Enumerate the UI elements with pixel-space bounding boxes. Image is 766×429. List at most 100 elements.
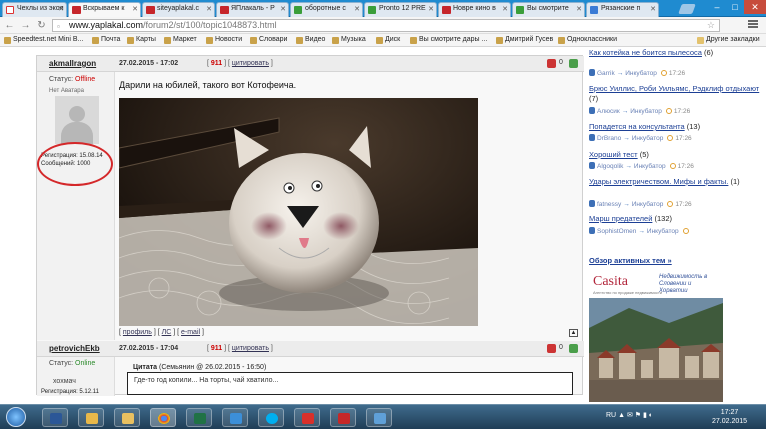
address-toolbar: ← → ↻ ▫ www.yaplakal.com/forum2/st/100/t… — [0, 17, 766, 34]
close-tab-icon[interactable]: ✕ — [576, 5, 582, 13]
tab-title: ЯПлакаль - Р — [231, 5, 275, 12]
post-number[interactable]: 911 — [211, 345, 222, 352]
other-bookmarks[interactable]: Другие закладки — [697, 36, 760, 44]
casita-advertisement[interactable]: Casita Агентство по продаже недвижимости… — [589, 272, 723, 402]
close-tab-icon[interactable]: ✕ — [354, 5, 360, 13]
post-date: 27.02.2015 - 17:02 — [119, 60, 179, 67]
bookmark-item[interactable]: Словари — [250, 36, 287, 44]
menu-icon[interactable] — [748, 20, 758, 30]
tray-icons[interactable]: ▲ ✉ ⚑ ▮ ◐ — [618, 412, 653, 419]
rate-minus-icon[interactable] — [547, 344, 556, 353]
post-author-link[interactable]: petrovichEkb — [49, 344, 100, 353]
bookmark-item[interactable]: Диск — [376, 36, 400, 44]
ad-tagline: Агентство по продаже недвижимости — [593, 290, 663, 295]
bookmark-item[interactable]: Дмитрий Гусев — [496, 36, 553, 44]
minimize-button[interactable]: – — [708, 0, 726, 14]
close-tab-icon[interactable]: ✕ — [428, 5, 434, 13]
rate-plus-icon[interactable] — [569, 59, 578, 68]
taskbar-excel[interactable] — [186, 408, 212, 427]
tab-4[interactable]: ЯПлакаль - Р ✕ — [216, 2, 289, 17]
url-input[interactable]: ▫ www.yaplakal.com/forum2/st/100/topic10… — [52, 19, 720, 32]
page-favicon-icon — [368, 6, 376, 14]
clock-time: 17:27 — [720, 409, 739, 416]
tab-2-active[interactable]: Вскрываем к ✕ — [68, 2, 141, 18]
close-tab-icon[interactable]: ✕ — [280, 5, 286, 13]
profile-link[interactable]: профиль — [123, 329, 152, 336]
bookmark-item[interactable]: Музыка — [332, 36, 366, 44]
back-button[interactable]: ← — [4, 20, 15, 31]
taskbar-explorer[interactable] — [78, 408, 104, 427]
tab-6[interactable]: Pronto 12 PRE ✕ — [364, 2, 437, 17]
tab-7[interactable]: Новре кино в ✕ — [438, 2, 511, 17]
reload-button[interactable]: ↻ — [36, 20, 47, 31]
maximize-button[interactable]: □ — [726, 0, 744, 14]
bookmark-item[interactable]: Почта — [92, 36, 120, 44]
close-tab-icon[interactable]: ✕ — [650, 5, 656, 13]
bookmark-item[interactable]: Speedtest.net Mini B... — [4, 36, 83, 44]
rate-minus-icon[interactable] — [547, 59, 556, 68]
topic-link[interactable]: Хороший тест — [589, 150, 638, 159]
close-tab-icon[interactable]: ✕ — [58, 5, 64, 13]
user-info-column: Статус: Online хохмач Регистрация: 5.12.… — [37, 357, 115, 396]
ad-header: Casita Агентство по продаже недвижимости… — [589, 272, 723, 298]
active-topics-overview-link[interactable]: Обзор активных тем » — [589, 256, 672, 265]
url-path: /forum2/st/100/topic1048873.html — [143, 20, 277, 30]
tab-1[interactable]: Чехлы из экол ✕ — [2, 2, 67, 17]
close-tab-icon[interactable]: ✕ — [206, 5, 212, 13]
post-number[interactable]: 911 — [211, 60, 222, 67]
quote-link[interactable]: цитировать — [232, 345, 269, 352]
topic-meta: Algoqolik → Инкубатор 17:26 — [589, 162, 694, 170]
taskbar-pdf[interactable] — [330, 408, 356, 427]
post-footer: [ профиль ] [ ЛС ] [ e-mail ] — [119, 329, 204, 336]
bookmark-item[interactable]: Карты — [127, 36, 156, 44]
taskbar-app[interactable] — [366, 408, 392, 427]
bookmark-item[interactable]: Маркет — [164, 36, 197, 44]
new-tab-button[interactable] — [678, 4, 696, 14]
post-text: Дарили на юбилей, такого вот Котофеича. — [119, 80, 297, 90]
page-icon: ▫ — [57, 22, 60, 31]
topic-link[interactable]: Брюс Уиллис, Роби Уильямс, Рэдклиф отдых… — [589, 84, 759, 93]
tab-3[interactable]: siteyaplakal.c ✕ — [142, 2, 215, 17]
bookmark-icon — [296, 37, 303, 44]
post-author-link[interactable]: akmallragon — [49, 59, 96, 68]
close-tab-icon[interactable]: ✕ — [502, 5, 508, 13]
bookmark-item[interactable]: Вы смотрите дары ... — [410, 36, 487, 44]
tab-8[interactable]: Вы смотрите ✕ — [512, 2, 585, 17]
bookmark-item[interactable]: Новости — [206, 36, 242, 44]
rate-plus-icon[interactable] — [569, 344, 578, 353]
quote-text: Где-то год копили... На торты, чай хвати… — [134, 377, 279, 384]
post-header: petrovichEkb 27.02.2015 - 17:04 [ 911 ] … — [37, 341, 584, 357]
quote-link[interactable]: цитировать — [232, 60, 269, 67]
yandex-favicon-icon — [6, 6, 14, 14]
taskbar-chrome[interactable] — [150, 408, 176, 427]
topic-link[interactable]: Марш предателей — [589, 214, 652, 223]
topic-link[interactable]: Удары электричеством. Мифы и факты. — [589, 177, 728, 186]
taskbar-app[interactable] — [222, 408, 248, 427]
taskbar-skype[interactable] — [258, 408, 284, 427]
no-avatar-label: Нет Аватара — [49, 88, 84, 94]
start-button[interactable] — [6, 407, 26, 427]
taskbar-folder[interactable] — [114, 408, 140, 427]
taskbar-word[interactable] — [42, 408, 68, 427]
taskbar-acrobat[interactable] — [294, 408, 320, 427]
tab-title: Pronto 12 PRE — [379, 5, 426, 12]
email-link[interactable]: e-mail — [181, 329, 200, 336]
url-domain: www.yaplakal.com — [69, 20, 144, 30]
taskbar-clock[interactable]: 17:27 27.02.2015 — [712, 408, 747, 426]
bookmark-star-icon[interactable]: ☆ — [707, 20, 715, 31]
tab-title: Новре кино в — [453, 5, 496, 12]
bookmark-item[interactable]: Видео — [296, 36, 325, 44]
scroll-up-button[interactable]: ▲ — [569, 329, 578, 337]
tab-9[interactable]: Рязанские п ✕ — [586, 2, 659, 17]
close-tab-icon[interactable]: ✕ — [132, 5, 138, 13]
topic-link[interactable]: Попадется на консультанта — [589, 122, 685, 131]
close-window-button[interactable]: ✕ — [744, 0, 766, 14]
forward-button[interactable]: → — [20, 20, 31, 31]
topic-link[interactable]: Как котейка не боится пылесоса — [589, 48, 702, 57]
bookmark-item[interactable]: Одноклассники — [558, 36, 617, 44]
yaplakal-favicon-icon — [442, 6, 451, 14]
pm-link[interactable]: ЛС — [162, 329, 172, 336]
page-viewport: akmallragon 27.02.2015 - 17:02 [ 911 ] [… — [0, 48, 766, 404]
language-indicator[interactable]: RU — [606, 412, 616, 419]
tab-5[interactable]: оборотные с ✕ — [290, 2, 363, 17]
